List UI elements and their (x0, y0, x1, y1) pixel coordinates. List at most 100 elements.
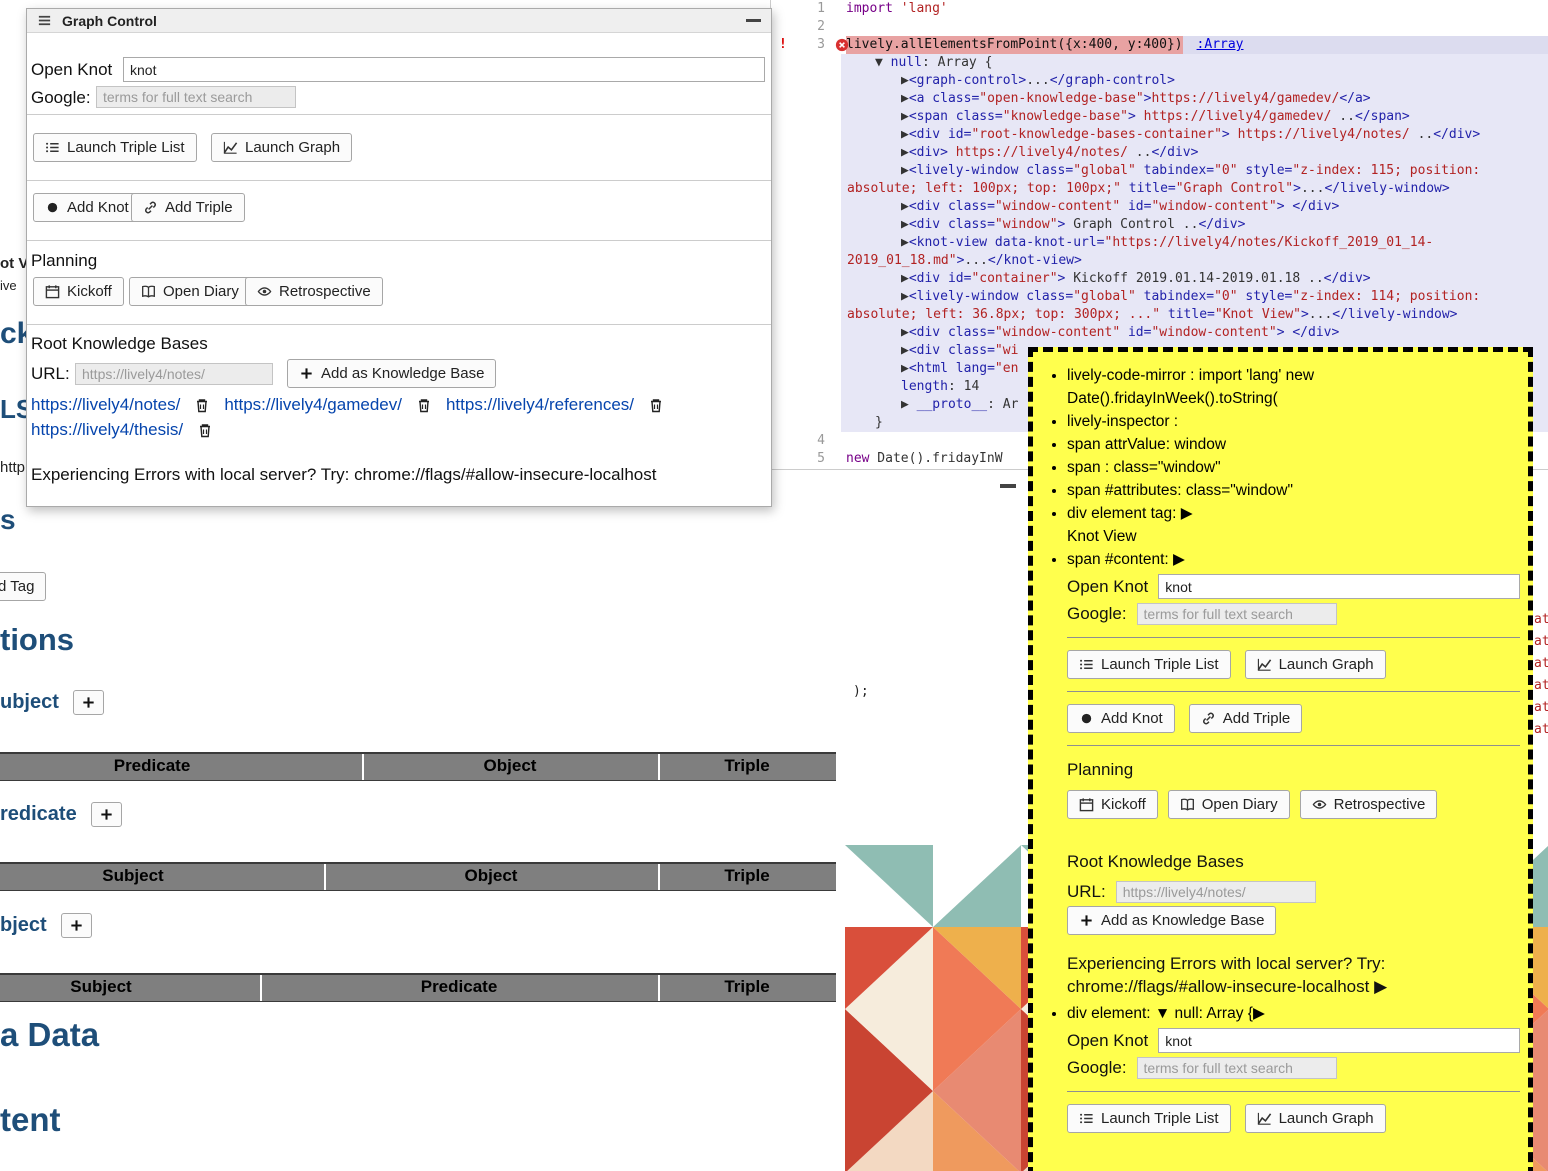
add-knowledge-base-button[interactable]: Add as Knowledge Base (1067, 906, 1276, 935)
launch-triple-list-button[interactable]: Launch Triple List (1067, 650, 1231, 679)
open-diary-button[interactable]: Open Diary (1168, 790, 1290, 819)
minimize-icon[interactable] (1000, 484, 1016, 488)
expand-toggle-icon[interactable]: ▼ (875, 55, 891, 70)
expand-toggle-icon[interactable]: ▶ (901, 145, 909, 160)
kickoff-button[interactable]: Kickoff (33, 277, 124, 306)
inspector-entry-text: span #attributes: class="window" (1067, 482, 1293, 499)
google-search-input[interactable] (96, 86, 296, 108)
add-triple-button[interactable]: Add Triple (1189, 704, 1303, 733)
add-knowledge-base-button[interactable]: Add as Knowledge Base (287, 359, 496, 388)
expand-toggle-icon[interactable]: ▶ (901, 361, 909, 376)
code-token: length (901, 379, 948, 394)
expand-toggle-icon[interactable]: ▶ (1374, 977, 1387, 996)
button-label: Launch Graph (1279, 1110, 1374, 1127)
expand-toggle-icon[interactable]: ▶ (1173, 551, 1185, 568)
url-input[interactable] (1116, 881, 1316, 903)
code-token: ... (964, 253, 987, 268)
add-button[interactable] (91, 802, 122, 827)
inspector-entry-list: lively-code-mirror : import 'lang' new D… (1033, 364, 1528, 1133)
expand-toggle-icon[interactable]: ▶ (901, 343, 909, 358)
page-text-fragment: tions (0, 624, 74, 657)
column-divider (658, 975, 660, 1001)
table-header-row: PredicateObjectTriple (0, 752, 836, 781)
button-label: Retrospective (1334, 796, 1426, 813)
knowledge-base-link[interactable]: https://lively4/gamedev/ (224, 395, 402, 415)
code-token: <div id= (909, 127, 972, 142)
google-search-input[interactable] (1137, 603, 1337, 625)
plus-icon (81, 695, 96, 710)
expand-toggle-icon[interactable]: ▶ (901, 217, 909, 232)
add-button[interactable] (61, 913, 92, 938)
expand-toggle-icon[interactable]: ▶ (901, 91, 909, 106)
add-tag-button[interactable]: d Tag (0, 572, 46, 601)
url-label: URL: (1067, 880, 1106, 903)
knowledge-base-link[interactable]: https://lively4/thesis/ (31, 420, 183, 440)
launch-triple-list-button[interactable]: Launch Triple List (1067, 1104, 1231, 1133)
trash-icon[interactable] (648, 397, 664, 414)
launch-graph-button[interactable]: Launch Graph (1245, 650, 1386, 679)
code-token (948, 145, 956, 160)
expand-toggle-icon[interactable]: ▶ (1253, 1005, 1265, 1022)
window-menu-icon[interactable] (37, 13, 52, 28)
divider (27, 114, 771, 115)
code-token: <div id= (909, 271, 972, 286)
add-triple-button[interactable]: Add Triple (131, 193, 245, 222)
google-label: Google: (1067, 1056, 1127, 1079)
expand-toggle-icon[interactable]: ▶ (901, 271, 909, 286)
expand-toggle-icon[interactable]: ▶ (901, 109, 909, 124)
expand-toggle-icon[interactable]: ▶ (1181, 505, 1193, 522)
code-token: null (891, 55, 922, 70)
expand-toggle-icon[interactable]: ▶ (901, 235, 909, 250)
error-icon[interactable] (835, 38, 849, 52)
expand-toggle-icon[interactable]: ▶ (901, 127, 909, 142)
window-content: Open Knot Google: Launch Triple List Lau… (27, 33, 771, 506)
open-knot-input[interactable] (123, 57, 765, 82)
launch-graph-button[interactable]: Launch Graph (1245, 1104, 1386, 1133)
launch-triple-list-button[interactable]: Launch Triple List (33, 133, 197, 162)
divider (1067, 745, 1520, 746)
code-token: : 14 (948, 379, 979, 394)
add-knot-button[interactable]: Add Knot (33, 193, 141, 222)
open-knot-input[interactable] (1158, 1028, 1520, 1053)
line-number: 3 (817, 37, 825, 52)
collapse-toggle-icon[interactable]: ▼ (1155, 1005, 1170, 1022)
expand-toggle-icon[interactable]: ▶ (901, 397, 917, 412)
trash-icon[interactable] (197, 422, 213, 439)
expand-toggle-icon[interactable]: ▶ (901, 289, 909, 304)
chart-icon (1257, 1111, 1272, 1126)
window-titlebar[interactable]: Graph Control (27, 9, 771, 33)
launch-graph-button[interactable]: Launch Graph (211, 133, 352, 162)
inspector-entry: div element: ▼ null: Array {▶ Open Knot … (1067, 1002, 1520, 1133)
root-kb-label: Root Knowledge Bases (1067, 850, 1520, 873)
kickoff-button[interactable]: Kickoff (1067, 790, 1158, 819)
clipped-text-fragment: at (1534, 634, 1548, 649)
code-token: Kickoff 2019.01.14-2019.01.18 .. (1065, 271, 1323, 286)
expand-toggle-icon[interactable]: ▶ (901, 199, 909, 214)
url-input[interactable] (75, 363, 273, 385)
array-result-link[interactable]: :Array (1197, 37, 1244, 52)
inspector-entry: div element tag: ▶Knot View (1067, 502, 1520, 548)
expand-toggle-icon[interactable]: ▶ (901, 163, 909, 178)
add-knot-button[interactable]: Add Knot (1067, 704, 1175, 733)
plus-icon (1079, 913, 1094, 928)
retrospective-button[interactable]: Retrospective (245, 277, 383, 306)
plus-icon (69, 918, 84, 933)
open-knot-input[interactable] (1158, 574, 1520, 599)
google-label: Google: (1067, 602, 1127, 625)
retrospective-button[interactable]: Retrospective (1300, 790, 1438, 819)
button-label: Add as Knowledge Base (1101, 912, 1264, 929)
code-token: <div class= (909, 343, 995, 358)
inspector-entry: lively-inspector : (1067, 410, 1520, 433)
open-diary-button[interactable]: Open Diary (129, 277, 251, 306)
knowledge-base-link[interactable]: https://lively4/references/ (446, 395, 634, 415)
minimize-icon[interactable] (746, 19, 761, 22)
plus-icon (99, 807, 114, 822)
expand-toggle-icon[interactable]: ▶ (901, 73, 909, 88)
code-token: <lively-window class= (909, 163, 1073, 178)
knowledge-base-link[interactable]: https://lively4/notes/ (31, 395, 180, 415)
trash-icon[interactable] (416, 397, 432, 414)
google-search-input[interactable] (1137, 1057, 1337, 1079)
expand-toggle-icon[interactable]: ▶ (901, 325, 909, 340)
add-button[interactable] (73, 690, 104, 715)
trash-icon[interactable] (194, 397, 210, 414)
